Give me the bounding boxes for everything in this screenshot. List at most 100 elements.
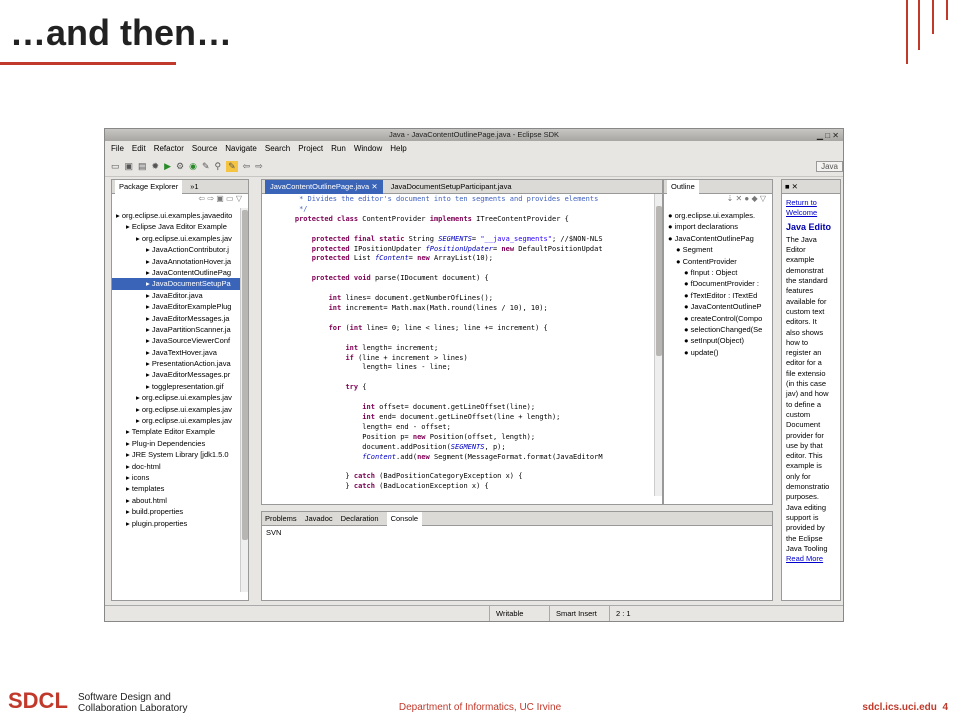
- tree-item[interactable]: ▸ JavaEditorMessages.ja: [112, 313, 248, 324]
- tab-package-explorer[interactable]: Package Explorer: [115, 180, 183, 194]
- search-icon[interactable]: ⚲: [215, 161, 222, 172]
- outline-item[interactable]: ● fDocumentProvider :: [664, 278, 772, 289]
- debug-icon[interactable]: ✹: [152, 161, 160, 172]
- tree-item[interactable]: ▸ org.eclipse.ui.examples.javaedito: [112, 210, 248, 221]
- tree-item[interactable]: ▸ Plug-in Dependencies: [112, 438, 248, 449]
- menu-item-project[interactable]: Project: [298, 142, 323, 156]
- tree-item[interactable]: ▸ org.eclipse.ui.examples.jav: [112, 233, 248, 244]
- menu-item-source[interactable]: Source: [192, 142, 217, 156]
- toggle-mark-icon[interactable]: ✎: [226, 161, 238, 172]
- return-to-welcome-link[interactable]: Return to Welcome: [786, 198, 836, 219]
- help-view: ■ ✕ Return to Welcome Java Edito The Jav…: [781, 179, 841, 601]
- editor-tab-label: JavaContentOutlinePage.java: [270, 181, 370, 191]
- tab-javadocumentsetupparticipant[interactable]: JavaDocumentSetupParticipant.java: [391, 182, 512, 191]
- tree-item[interactable]: ▸ JRE System Library [jdk1.5.0: [112, 449, 248, 460]
- menu-item-file[interactable]: File: [111, 142, 124, 156]
- menu-item-search[interactable]: Search: [265, 142, 290, 156]
- tree-item[interactable]: ▸ JavaEditorExamplePlug: [112, 301, 248, 312]
- new-class-icon[interactable]: ◉: [189, 161, 197, 172]
- code-area[interactable]: * Divides the editor's document into ten…: [262, 194, 662, 492]
- perspective-label: Java: [821, 162, 838, 171]
- tree-item[interactable]: ▸ plugin.properties: [112, 518, 248, 529]
- department-name: Department of Informatics, UC Irvine: [398, 702, 562, 713]
- open-type-icon[interactable]: ✎: [202, 161, 210, 172]
- outline-item[interactable]: ● import declarations: [664, 221, 772, 232]
- tab-outline[interactable]: Outline: [667, 180, 699, 194]
- outline-item[interactable]: ● selectionChanged(Se: [664, 324, 772, 335]
- back-icon[interactable]: ⇦: [243, 161, 251, 172]
- outline-item[interactable]: ● JavaContentOutlineP: [664, 301, 772, 312]
- tree-item[interactable]: ▸ JavaActionContributor.j: [112, 244, 248, 255]
- help-tab-icon[interactable]: ■ ✕: [785, 182, 798, 191]
- save-icon[interactable]: ▣: [125, 161, 134, 172]
- status-bar: Writable Smart Insert 2 : 1: [105, 605, 843, 621]
- outline-item[interactable]: ● setInput(Object): [664, 335, 772, 346]
- code-line: protected IPositionUpdater fPositionUpda…: [311, 244, 603, 253]
- outline-item[interactable]: ● org.eclipse.ui.examples.: [664, 210, 772, 221]
- tree-item[interactable]: ▸ org.eclipse.ui.examples.jav: [112, 415, 248, 426]
- outline-item[interactable]: ● fInput : Object: [664, 267, 772, 278]
- outline-item[interactable]: ● update(): [664, 347, 772, 358]
- tree-item[interactable]: ▸ JavaDocumentSetupPa: [112, 278, 248, 290]
- decor-line: [946, 0, 948, 20]
- menu-item-navigate[interactable]: Navigate: [225, 142, 257, 156]
- tree-item[interactable]: ▸ templates: [112, 483, 248, 494]
- run-icon[interactable]: ▶: [164, 161, 171, 172]
- tree-item[interactable]: ▸ JavaSourceViewerConf: [112, 335, 248, 346]
- tree-item[interactable]: ▸ togglepresentation.gif: [112, 381, 248, 392]
- read-more-link[interactable]: Read More: [786, 554, 836, 564]
- tree-item[interactable]: ▸ JavaAnnotationHover.ja: [112, 256, 248, 267]
- tree-item[interactable]: ▸ JavaEditor.java: [112, 290, 248, 301]
- code-line: int lines= document.getNumberOfLines();: [328, 294, 493, 303]
- tree-item[interactable]: ▸ Eclipse Java Editor Example: [112, 221, 248, 232]
- outline-item[interactable]: ● ContentProvider: [664, 256, 772, 267]
- outline-tree: ● org.eclipse.ui.examples. ● import decla…: [664, 208, 772, 358]
- decor-line: [906, 0, 908, 64]
- menu-item-refactor[interactable]: Refactor: [154, 142, 184, 156]
- tree-item[interactable]: ▸ icons: [112, 472, 248, 483]
- external-tools-icon[interactable]: ⚙: [176, 161, 184, 172]
- forward-icon[interactable]: ⇨: [255, 161, 263, 172]
- console-tabbar: Problems Javadoc Declaration Console: [262, 512, 772, 526]
- editor-scrollbar[interactable]: [654, 194, 662, 496]
- tree-item[interactable]: ▸ build.properties: [112, 506, 248, 517]
- code-line: int length= increment;: [345, 343, 439, 352]
- tree-item[interactable]: ▸ JavaPartitionScanner.ja: [112, 324, 248, 335]
- code-line: protected List fContent= new ArrayList(1…: [311, 254, 493, 263]
- menu-item-window[interactable]: Window: [354, 142, 382, 156]
- tree-item[interactable]: ▸ doc-html: [112, 461, 248, 472]
- menu-item-run[interactable]: Run: [331, 142, 346, 156]
- tree-item[interactable]: ▸ JavaTextHover.java: [112, 347, 248, 358]
- outline-item[interactable]: ● Segment: [664, 244, 772, 255]
- window-controls[interactable]: ▁ □ ✕: [817, 130, 839, 142]
- tab-console[interactable]: Console: [386, 512, 423, 526]
- menu-item-help[interactable]: Help: [390, 142, 406, 156]
- tree-item[interactable]: ▸ JavaContentOutlinePag: [112, 267, 248, 278]
- tab-javadoc[interactable]: Javadoc: [305, 514, 333, 523]
- tree-item[interactable]: ▸ org.eclipse.ui.examples.jav: [112, 404, 248, 415]
- java-perspective-button[interactable]: Java: [816, 161, 843, 172]
- help-line: the standard: [786, 276, 828, 286]
- outline-item[interactable]: ● JavaContentOutlinePag: [664, 233, 772, 244]
- explorer-scrollbar[interactable]: [240, 208, 248, 592]
- code-line: protected void parse(IDocument document)…: [311, 274, 489, 283]
- code-line: Position p= new Position(offset, length)…: [278, 432, 536, 441]
- new-icon[interactable]: ▭: [111, 161, 120, 172]
- help-tabbar: ■ ✕: [782, 180, 840, 194]
- tab-problems[interactable]: Problems: [265, 514, 297, 523]
- tree-item[interactable]: ▸ JavaEditorMessages.pr: [112, 369, 248, 380]
- tree-item[interactable]: ▸ about.html: [112, 495, 248, 506]
- site-url: sdcl.ics.uci.edu: [862, 702, 937, 713]
- status-left: [105, 606, 489, 621]
- tab-javacontentoutlinepage[interactable]: JavaContentOutlinePage.java ✕: [265, 180, 383, 194]
- tab-declaration[interactable]: Declaration: [341, 514, 379, 523]
- menu-item-edit[interactable]: Edit: [132, 142, 146, 156]
- tree-item[interactable]: ▸ org.eclipse.ui.examples.jav: [112, 392, 248, 403]
- tab-hierarchy[interactable]: »1: [190, 182, 198, 191]
- print-icon[interactable]: ▤: [138, 161, 147, 172]
- outline-item[interactable]: ● fTextEditor : ITextEd: [664, 290, 772, 301]
- tree-item[interactable]: ▸ Template Editor Example: [112, 426, 248, 437]
- outline-item[interactable]: ● createControl(Compo: [664, 313, 772, 324]
- tree-item[interactable]: ▸ PresentationAction.java: [112, 358, 248, 369]
